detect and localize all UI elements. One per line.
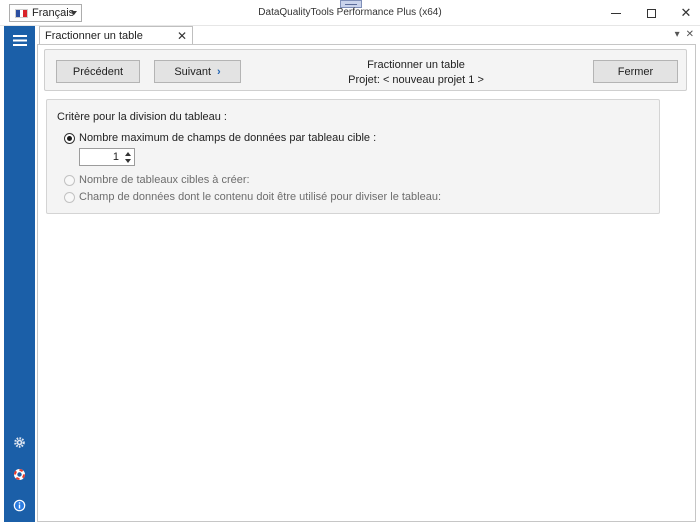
info-icon	[13, 499, 26, 511]
stepper-value[interactable]: 1	[113, 151, 119, 163]
close-label: Fermer	[617, 65, 654, 78]
minimize-icon	[611, 12, 621, 14]
stepper-down-button[interactable]	[123, 157, 132, 164]
project-label: Projet: < nouveau projet 1 >	[348, 74, 484, 86]
gear-icon	[14, 436, 25, 448]
max-fields-stepper[interactable]: 1	[79, 148, 135, 166]
wizard-toolbar: Précédent Suivant › Fractionner un table…	[44, 49, 687, 91]
chevron-up-icon	[124, 151, 131, 156]
title-bar: Français DataQualityTools Performance Pl…	[0, 0, 700, 26]
chevron-right-icon: ›	[217, 65, 221, 78]
settings-button[interactable]	[4, 431, 35, 453]
tab-fractionner-un-table[interactable]: Fractionner un table ✕	[39, 26, 193, 45]
tab-bar: Fractionner un table ✕ ▾ ✕	[35, 26, 700, 45]
radio-target-tables[interactable]	[64, 174, 75, 186]
criteria-heading: Critère pour la division du tableau :	[57, 111, 227, 123]
content-area: Précédent Suivant › Fractionner un table…	[37, 44, 696, 522]
radio-split-field[interactable]	[64, 191, 75, 203]
stepper-up-button[interactable]	[123, 150, 132, 157]
menu-button[interactable]	[4, 29, 35, 51]
sidebar	[4, 26, 35, 522]
page-title: Fractionner un table	[367, 59, 465, 71]
previous-button[interactable]: Précédent	[56, 60, 140, 83]
next-label: Suivant	[174, 65, 212, 78]
chevron-down-icon	[124, 158, 131, 163]
close-icon: ✕	[680, 5, 692, 20]
tab-tools: ▾ ✕	[675, 29, 694, 40]
lifebuoy-icon	[14, 468, 25, 480]
close-all-tabs-icon[interactable]: ✕	[686, 29, 694, 40]
hamburger-menu-icon	[12, 34, 27, 46]
next-button[interactable]: Suivant ›	[154, 60, 241, 83]
wizard-info: Fractionner un table Projet: < nouveau p…	[305, 58, 527, 88]
option-target-tables[interactable]: Nombre de tableaux cibles à créer:	[64, 174, 250, 186]
maximize-icon	[646, 8, 656, 18]
tab-list-dropdown-icon[interactable]: ▾	[675, 29, 680, 40]
minimize-button[interactable]	[598, 0, 634, 26]
info-button[interactable]	[4, 494, 35, 516]
help-button[interactable]	[4, 463, 35, 485]
option-label: Champ de données dont le contenu doit êt…	[79, 191, 442, 203]
tab-label: Fractionner un table	[45, 30, 143, 42]
tab-close-icon[interactable]: ✕	[177, 29, 187, 43]
option-max-fields[interactable]: Nombre maximum de champs de données par …	[64, 132, 376, 144]
window-title: DataQualityTools Performance Plus (x64)	[258, 7, 442, 18]
option-label: Nombre maximum de champs de données par …	[79, 132, 377, 144]
close-window-button[interactable]: ✕	[668, 0, 700, 26]
radio-max-fields[interactable]	[64, 132, 75, 144]
criteria-panel: Critère pour la division du tableau : No…	[46, 99, 660, 214]
option-label: Nombre de tableaux cibles à créer:	[79, 174, 250, 186]
close-button[interactable]: Fermer	[593, 60, 678, 83]
previous-label: Précédent	[72, 65, 124, 78]
maximize-button[interactable]	[633, 0, 669, 26]
option-split-field[interactable]: Champ de données dont le contenu doit êt…	[64, 191, 441, 203]
